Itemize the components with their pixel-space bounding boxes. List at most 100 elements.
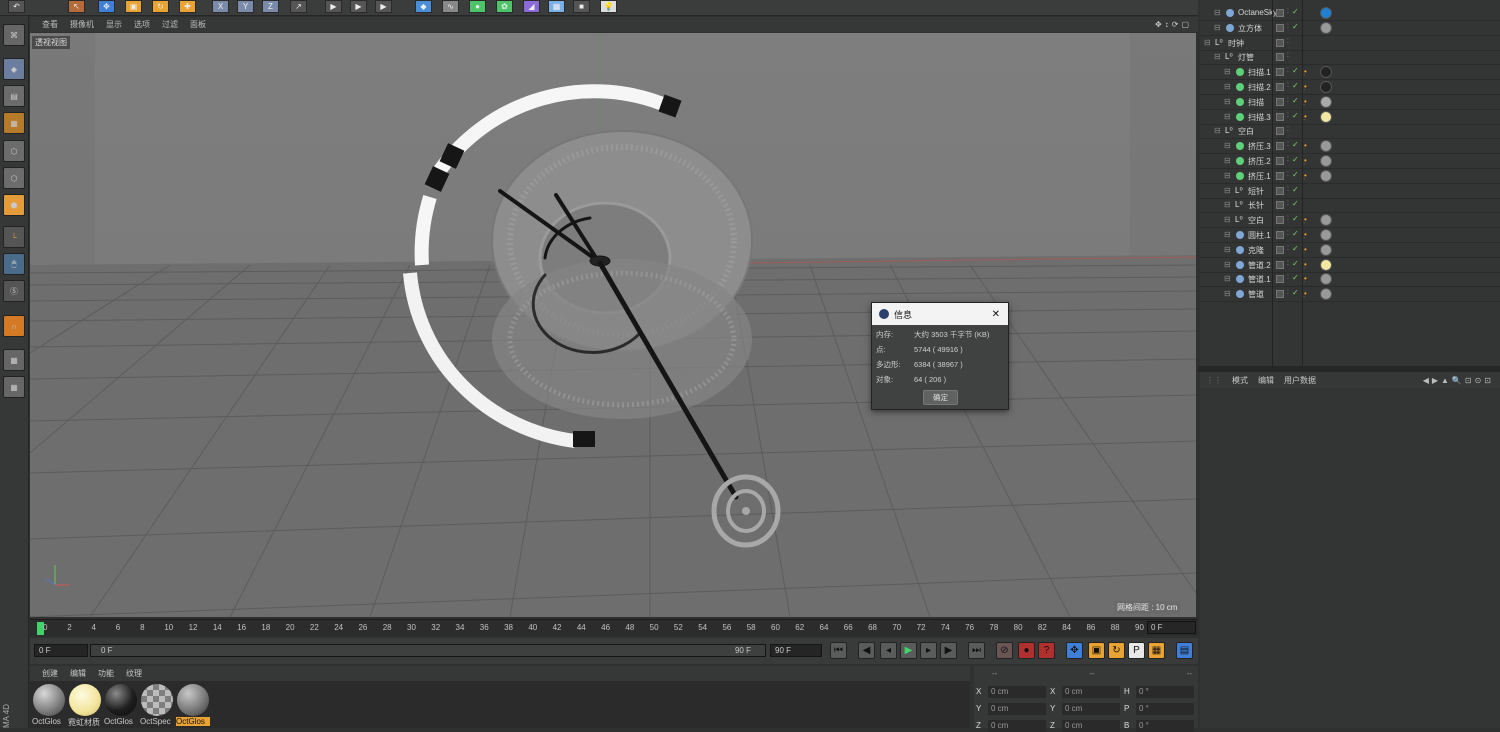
- material-tag-icon[interactable]: [1320, 7, 1332, 19]
- add-icon[interactable]: ✚: [179, 0, 196, 13]
- material-tag-icon[interactable]: [1320, 21, 1332, 34]
- enabled-check-icon[interactable]: ✓: [1292, 111, 1299, 120]
- object-row[interactable]: ⊟ 圆柱.1 ⁚ ✓ •̣: [1200, 228, 1500, 243]
- expand-icon[interactable]: ⊟: [1224, 289, 1231, 298]
- object-row[interactable]: ⊟ L⁰ 时钟 ⁚: [1200, 36, 1500, 51]
- undo-icon[interactable]: ↶: [8, 0, 25, 13]
- object-name[interactable]: 立方体: [1238, 23, 1262, 34]
- rotation-p-field[interactable]: 0 °: [1136, 702, 1194, 715]
- object-name[interactable]: 管道.2: [1248, 260, 1271, 271]
- menu-edit[interactable]: 编辑: [70, 668, 86, 679]
- object-name[interactable]: 扫描.3: [1248, 112, 1271, 123]
- enabled-check-icon[interactable]: ✓: [1292, 140, 1299, 149]
- material-tag-icon[interactable]: [1320, 66, 1332, 79]
- material-tag-icon[interactable]: [1320, 110, 1332, 123]
- visibility-dots-icon[interactable]: ⁚: [1287, 97, 1289, 104]
- expand-icon[interactable]: ⊟: [1224, 97, 1231, 106]
- visibility-dots-icon[interactable]: ⁚: [1287, 245, 1289, 252]
- camera-icon[interactable]: ■: [573, 0, 590, 13]
- visibility-dots-icon[interactable]: ⁚: [1287, 67, 1289, 74]
- expand-icon[interactable]: ⊟: [1224, 200, 1231, 209]
- layer-flag-icon[interactable]: [1276, 112, 1284, 121]
- polygons-mode-icon[interactable]: ⬢: [3, 194, 25, 216]
- material-tag-icon[interactable]: [1320, 229, 1332, 241]
- menu-panel[interactable]: 面板: [190, 19, 206, 30]
- visibility-dots-icon[interactable]: ⁚: [1287, 156, 1289, 163]
- object-row[interactable]: ⊟ 管道.2 ⁚ ✓ •̣: [1200, 258, 1500, 273]
- enabled-check-icon[interactable]: ✓: [1292, 185, 1299, 194]
- axis-mode-icon[interactable]: └: [3, 226, 25, 248]
- next-frame-icon[interactable]: ▸: [920, 642, 937, 659]
- ok-button[interactable]: 确定: [923, 390, 958, 405]
- menu-texture[interactable]: 纹理: [126, 668, 142, 679]
- enabled-check-icon[interactable]: ✓: [1292, 229, 1299, 238]
- object-row[interactable]: ⊟ 扫描.2 ⁚ ✓ •̣: [1200, 80, 1500, 95]
- layer-flag-icon[interactable]: [1276, 97, 1284, 106]
- material-item[interactable]: OctGlos: [32, 683, 66, 727]
- frame-range-slider[interactable]: 0 F 90 F: [90, 644, 766, 657]
- object-row[interactable]: ⊟ 管道 ⁚ ✓ •̣: [1200, 287, 1500, 303]
- object-row[interactable]: ⊟ 扫描.1 ⁚ ✓ •̣: [1200, 65, 1500, 81]
- key-point-level-icon[interactable]: ▦: [1148, 642, 1165, 659]
- material-tag-icon[interactable]: [1320, 243, 1332, 256]
- visibility-dots-icon[interactable]: ⁚: [1287, 82, 1289, 89]
- layer-flag-icon[interactable]: [1276, 157, 1284, 165]
- expand-icon[interactable]: ⊟: [1224, 260, 1231, 269]
- solo-icon[interactable]: Ⓢ: [3, 280, 25, 302]
- enabled-check-icon[interactable]: ✓: [1292, 96, 1299, 105]
- material-tag-icon[interactable]: [1320, 81, 1332, 93]
- object-row[interactable]: ⊟ 克隆 ⁚ ✓ •̣: [1200, 243, 1500, 258]
- layer-flag-icon[interactable]: [1276, 201, 1284, 210]
- generator-icon[interactable]: ●: [469, 0, 486, 13]
- expand-icon[interactable]: ⊟: [1224, 230, 1231, 239]
- layer-flag-icon[interactable]: [1276, 171, 1284, 180]
- record-keys-icon[interactable]: ⊘: [996, 642, 1013, 659]
- autokey-icon[interactable]: ●: [1018, 642, 1035, 659]
- visibility-dots-icon[interactable]: ⁚: [1287, 112, 1289, 119]
- workplane-mode-icon[interactable]: ▦: [3, 112, 25, 134]
- rotation-h-field[interactable]: 0 °: [1136, 685, 1194, 698]
- layer-flag-icon[interactable]: [1276, 127, 1284, 136]
- menu-camera[interactable]: 摄像机: [70, 19, 94, 30]
- expand-icon[interactable]: ⊟: [1224, 67, 1231, 76]
- go-to-end-icon[interactable]: ⏭: [968, 642, 985, 659]
- layer-flag-icon[interactable]: [1276, 275, 1284, 284]
- object-row[interactable]: ⊟ 管道.1 ⁚ ✓ •̣: [1200, 272, 1500, 288]
- play-icon[interactable]: ▶: [900, 642, 917, 659]
- model-mode-icon[interactable]: ◆: [3, 58, 25, 80]
- enabled-check-icon[interactable]: ✓: [1292, 259, 1299, 268]
- visibility-dots-icon[interactable]: ⁚: [1287, 230, 1289, 237]
- layer-flag-icon[interactable]: [1276, 53, 1284, 62]
- object-row[interactable]: ⊟ OctaneSky ⁚ ✓: [1200, 6, 1500, 21]
- x-axis-icon[interactable]: X: [212, 0, 229, 13]
- enabled-check-icon[interactable]: ✓: [1292, 244, 1299, 253]
- key-position-icon[interactable]: ✥: [1066, 642, 1083, 659]
- visibility-dots-icon[interactable]: ⁚: [1287, 23, 1289, 30]
- render-view-icon[interactable]: ▶: [325, 0, 342, 13]
- material-item[interactable]: OctSpec: [140, 683, 174, 727]
- object-name[interactable]: 扫描: [1248, 97, 1264, 108]
- menu-function[interactable]: 功能: [98, 668, 114, 679]
- layer-flag-icon[interactable]: [1276, 186, 1284, 195]
- workplane-align-icon[interactable]: ▦: [3, 376, 25, 398]
- tweak-mode-icon[interactable]: 🖱: [3, 253, 25, 275]
- timeline-window-icon[interactable]: ▤: [1176, 642, 1193, 659]
- edges-mode-icon[interactable]: ⬡: [3, 167, 25, 189]
- timeline-ruler[interactable]: 0 2 4 6 8 10 12 14 16 18 20 22 24 26 28 30 32 34 36 38 40 42 4…: [30, 619, 1198, 636]
- expand-icon[interactable]: ⊟: [1224, 215, 1231, 224]
- enabled-check-icon[interactable]: ✓: [1292, 273, 1299, 282]
- layer-flag-icon[interactable]: [1276, 290, 1284, 299]
- enabled-check-icon[interactable]: ✓: [1292, 22, 1299, 31]
- object-name[interactable]: 管道: [1248, 289, 1264, 300]
- workplane-lock-icon[interactable]: ▦: [3, 349, 25, 371]
- object-name[interactable]: 空白: [1248, 215, 1264, 226]
- previous-frame-icon[interactable]: ◂: [880, 642, 897, 659]
- object-row[interactable]: ⊟ L⁰ 空白 ⁚: [1200, 124, 1500, 140]
- material-tag-icon[interactable]: [1320, 169, 1332, 182]
- expand-icon[interactable]: ⊟: [1224, 274, 1231, 283]
- object-name[interactable]: 圆柱.1: [1248, 230, 1271, 241]
- object-name[interactable]: 挤压.3: [1248, 141, 1271, 152]
- render-picture-viewer-icon[interactable]: ▶: [350, 0, 367, 13]
- material-item-selected[interactable]: OctGlos: [176, 683, 210, 727]
- object-row[interactable]: ⊟ 挤压.2 ⁚ ✓ •̣: [1200, 154, 1500, 169]
